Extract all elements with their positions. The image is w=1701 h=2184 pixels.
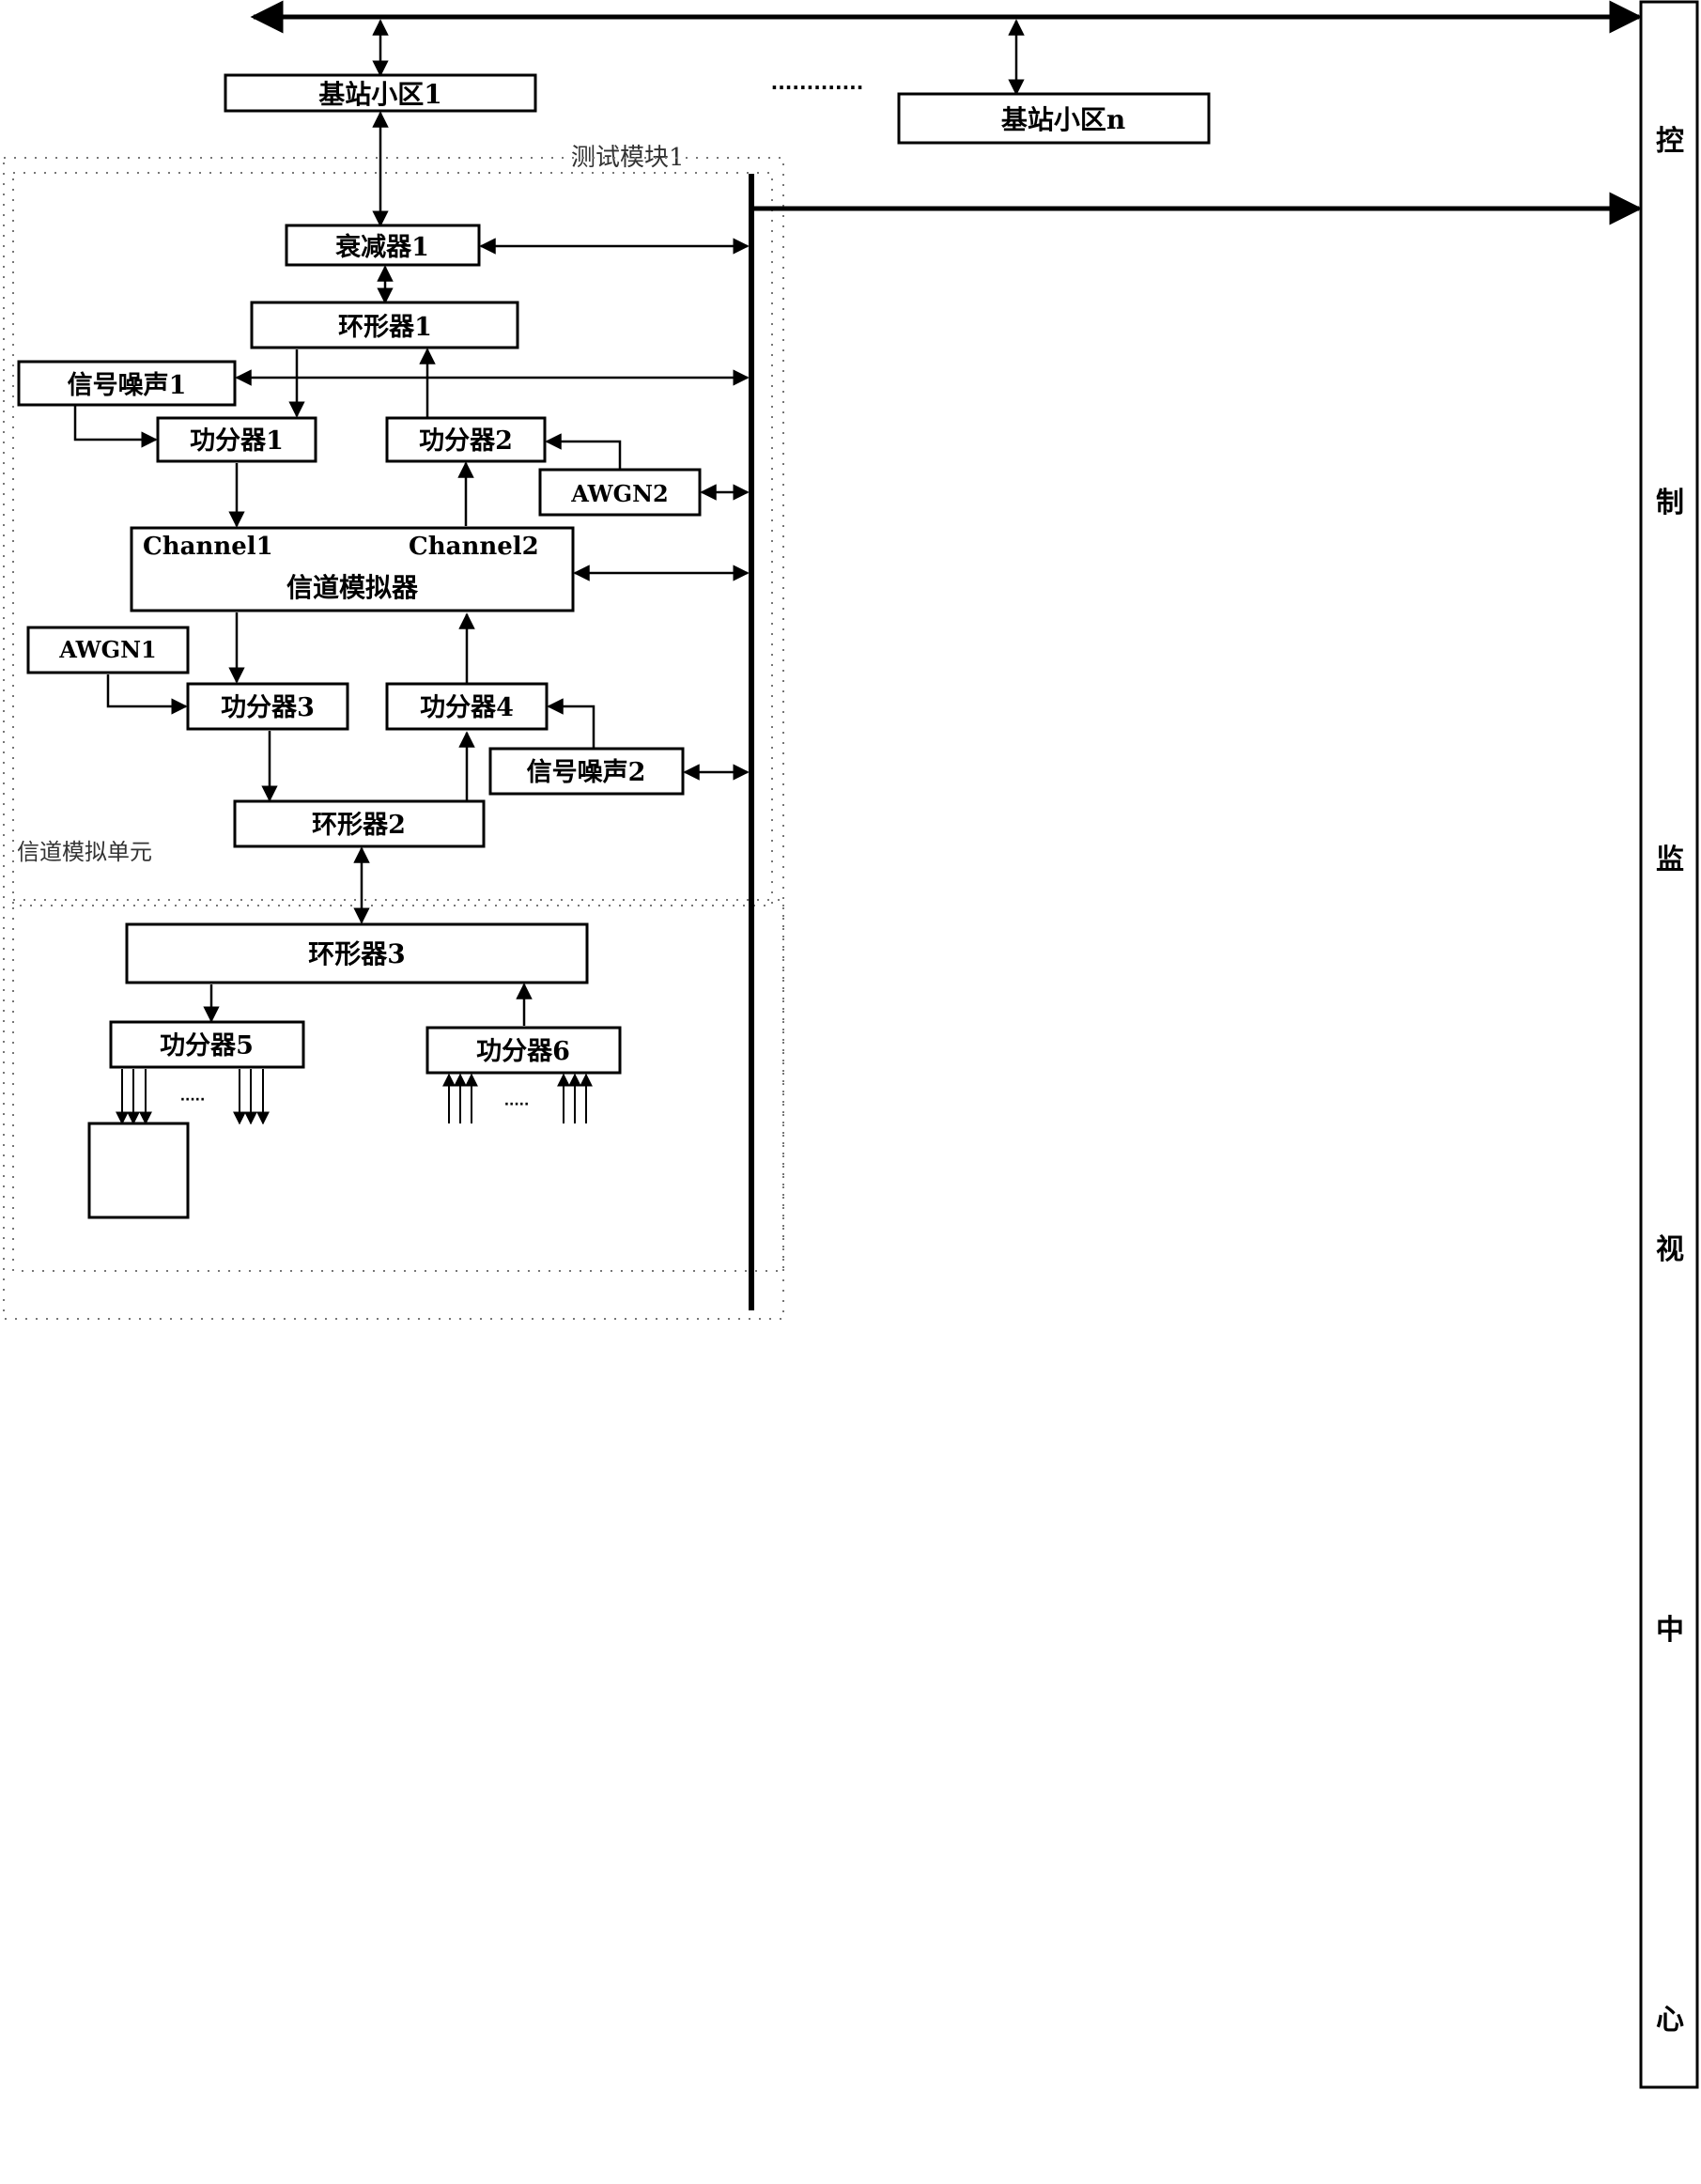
system-block-diagram: 控 制 监 视 中 心 基站小区1 ············· 基站小区n 测试…	[3, 0, 1699, 2089]
splitter-4-label: 功分器4	[420, 693, 514, 722]
splitter6-fanin: ·····	[442, 1073, 593, 1123]
splitter-6-label: 功分器6	[476, 1037, 570, 1066]
splitter-3-label: 功分器3	[221, 693, 315, 722]
test-module-1: 测试模块1 衰减器1 环形器1 信号噪声1 功分器1 功分器2 AWGN2 Ch…	[3, 111, 1643, 1320]
link-noise1-splitter1	[73, 406, 158, 448]
signal-noise-1-label: 信号噪声1	[68, 371, 187, 400]
control-center-box	[1639, 0, 1699, 2089]
channel-simulator-label: 信道模拟器	[286, 572, 419, 603]
link-noise2-splitter4	[547, 698, 595, 749]
control-center-char: 控	[1656, 125, 1684, 158]
channel-sim-unit-label: 信道模拟单元	[17, 839, 152, 865]
awgn-2-label: AWGN2	[570, 480, 669, 507]
channel-2-label: Channel2	[409, 533, 539, 561]
splitter-5-label: 功分器5	[160, 1031, 254, 1061]
control-center-char: 监	[1656, 844, 1684, 876]
cells-ellipsis: ·············	[771, 76, 864, 99]
circulator-2-label: 环形器2	[312, 811, 406, 840]
awgn-1-label: AWGN1	[58, 636, 157, 663]
link-awgn1-splitter3	[106, 674, 188, 715]
atten-array-unit-1	[87, 1122, 190, 1219]
splitter5-fanout: ·····	[116, 1069, 270, 1125]
fanin-ellipsis: ·····	[504, 1097, 530, 1112]
fanout-ellipsis: ·····	[180, 1092, 206, 1107]
channel-1-label: Channel1	[143, 533, 273, 561]
signal-noise-2-label: 信号噪声2	[527, 758, 646, 787]
control-center-char: 心	[1656, 2004, 1684, 2037]
circulator-1-label: 环形器1	[338, 313, 432, 342]
control-monitor-center: 控 制 监 视 中 心	[1639, 0, 1699, 2089]
splitter-1-label: 功分器1	[190, 426, 284, 456]
base-station-cell-n-label: 基站小区n	[1001, 104, 1125, 135]
link-awgn2-splitter2	[545, 433, 622, 470]
control-center-char: 制	[1656, 487, 1684, 519]
attenuator-1-label: 衰减器1	[335, 232, 429, 262]
control-center-char: 中	[1656, 1614, 1684, 1647]
circulator-3-label: 环形器3	[308, 938, 405, 969]
splitter-2-label: 功分器2	[419, 426, 513, 456]
test-module-1-title: 测试模块1	[571, 144, 685, 172]
base-station-cell-1-label: 基站小区1	[318, 79, 441, 110]
control-center-char: 视	[1656, 1233, 1684, 1266]
